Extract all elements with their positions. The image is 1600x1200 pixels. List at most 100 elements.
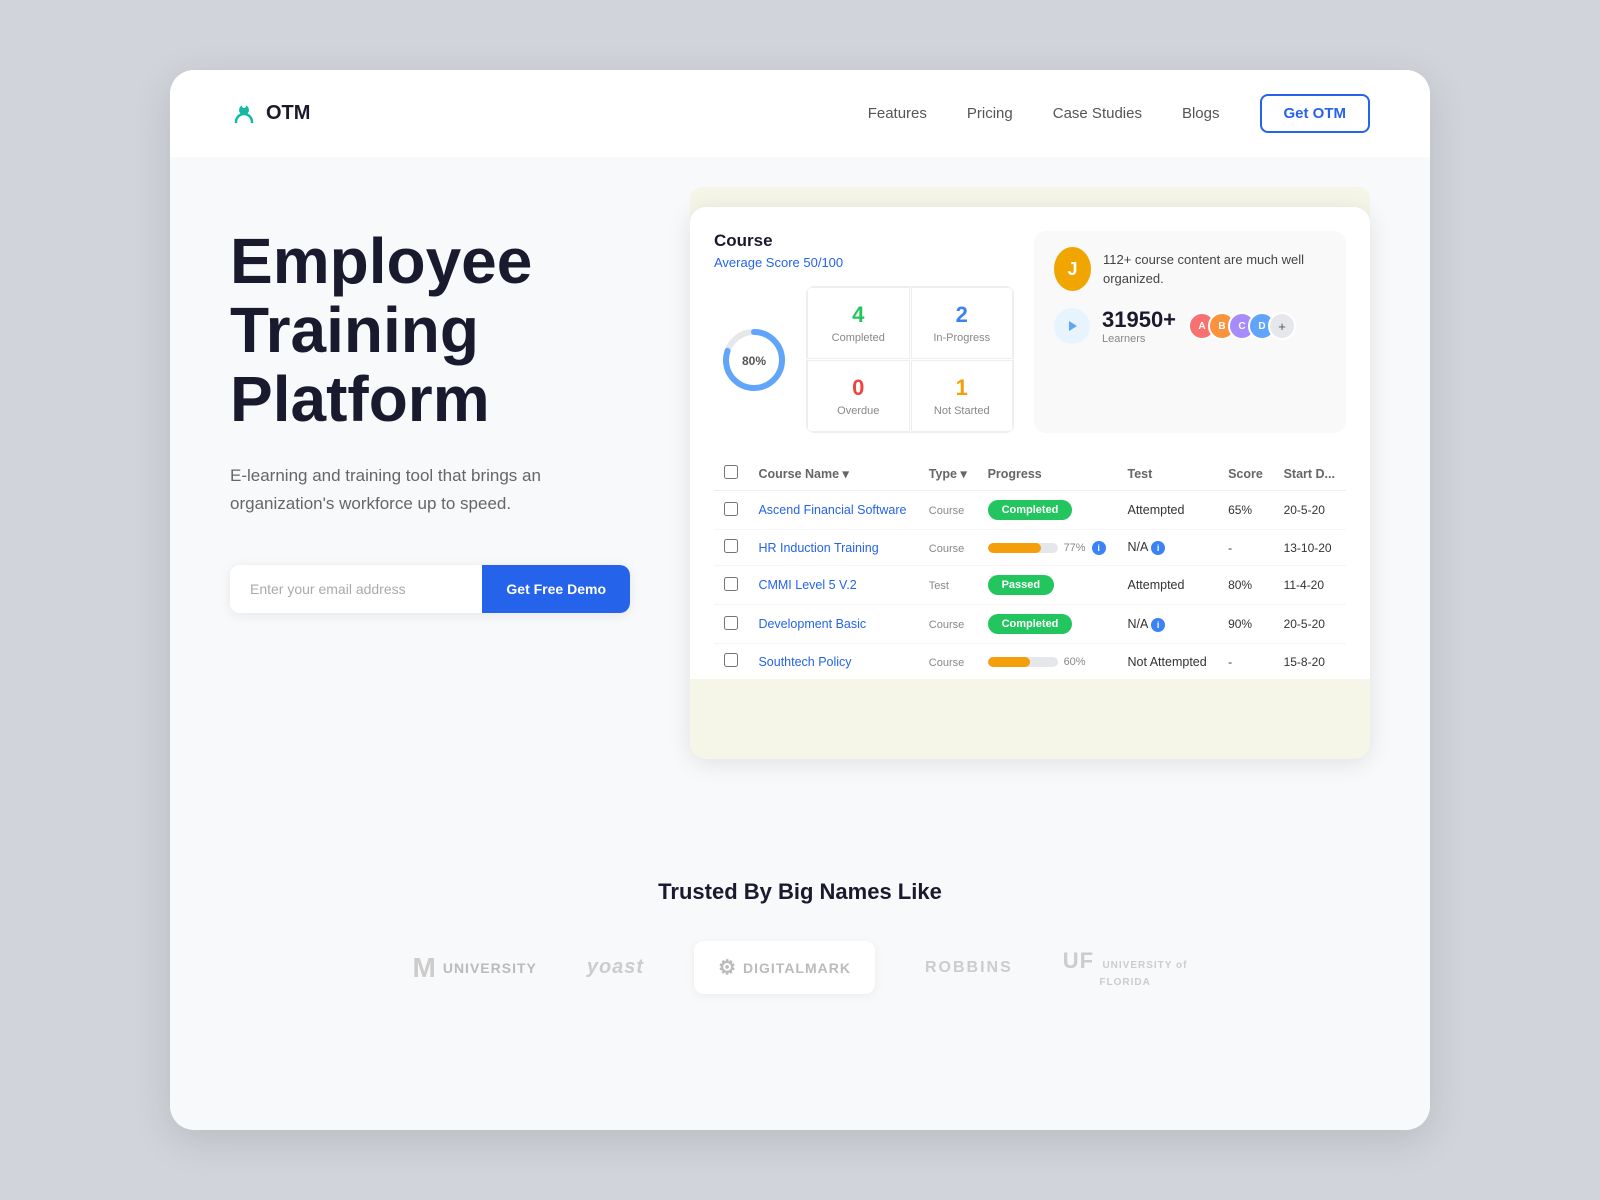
score-cell: 65% [1218,491,1274,530]
date-cell: 20-5-20 [1274,491,1346,530]
demo-button[interactable]: Get Free Demo [482,565,630,613]
testimonial-text: 112+ course content are much well organi… [1103,250,1326,289]
score-cell: - [1218,530,1274,566]
dashboard-card: Course Average Score 50/100 80% [690,207,1370,759]
date-cell: 11-4-20 [1274,566,1346,605]
nav-pricing[interactable]: Pricing [967,105,1013,122]
course-stat-title: Course [714,231,1014,251]
progress-badge: Completed [988,614,1073,634]
course-table-section: Course Name ▾ Type ▾ Progress Test Score… [714,457,1346,679]
course-link[interactable]: HR Induction Training [758,541,878,555]
logo-university: M UNIVERSITY [413,952,537,984]
hero-left: Employee Training Platform E-learning an… [230,197,650,613]
stat-in-progress: 2 In-Progress [911,287,1014,359]
stat-boxes: 4 Completed 2 In-Progress 0 Overdue [806,286,1014,433]
avg-score: Average Score 50/100 [714,255,1014,270]
score-cell: 80% [1218,566,1274,605]
main-card: OTM Features Pricing Case Studies Blogs … [170,70,1430,1130]
row-checkbox[interactable] [724,616,738,630]
course-link[interactable]: Development Basic [758,617,866,631]
select-all-checkbox[interactable] [724,465,738,479]
logo-yoast: yoast [587,956,644,979]
play-icon [1054,308,1090,344]
col-progress: Progress [978,457,1118,491]
stat-not-started: 1 Not Started [911,360,1014,432]
test-cell: Not Attempted [1117,644,1218,680]
yoast-text: yoast [587,956,644,979]
digitalmark-text: DIGITALMARK [743,960,851,976]
hero-section: Employee Training Platform E-learning an… [170,157,1430,819]
progress-circle: 80% [714,286,794,433]
course-link[interactable]: CMMI Level 5 V.2 [758,578,856,592]
logo[interactable]: OTM [230,100,310,128]
progress-bar-fill [988,657,1030,667]
robbins-text: ROBBINS [925,959,1013,977]
gear-icon: ⚙ [718,955,737,980]
email-form: Get Free Demo [230,565,630,613]
progress-bar-bg [988,657,1058,667]
course-stats: Course Average Score 50/100 80% [714,231,1014,433]
hero-subtitle: E-learning and training tool that brings… [230,462,570,516]
na-info-dot: i [1151,541,1165,555]
info-dot: i [1092,541,1106,555]
test-cell: N/A i [1117,605,1218,644]
table-row: Development Basic Course Completed N/A i… [714,605,1346,644]
table-row: Ascend Financial Software Course Complet… [714,491,1346,530]
logo-uf: UF UNIVERSITY ofFLORIDA [1063,948,1188,988]
progress-badge: Completed [988,500,1073,520]
dashboard-top: Course Average Score 50/100 80% [714,231,1346,433]
progress-bar: 60% [988,656,1108,668]
table-row: CMMI Level 5 V.2 Test Passed Attempted 8… [714,566,1346,605]
progress-badge: Passed [988,575,1055,595]
learners-row: 31950+ Learners A B C D + [1054,307,1326,345]
row-checkbox[interactable] [724,653,738,667]
row-type: Course [929,619,964,631]
get-otm-button[interactable]: Get OTM [1260,94,1371,133]
progress-bar-fill [988,543,1042,553]
email-input[interactable] [230,565,482,613]
trusted-title: Trusted By Big Names Like [230,879,1370,905]
learner-count-block: 31950+ Learners [1102,307,1176,345]
progress-bar: 77% i [988,541,1108,555]
stat-box-grid: 80% 4 Completed 2 [714,286,1014,433]
m-letter-icon: M [413,952,437,984]
table-row: Southtech Policy Course 60% [714,644,1346,680]
score-cell: - [1218,644,1274,680]
logos-row: M UNIVERSITY yoast ⚙ DIGITALMARK ROBBINS… [230,941,1370,994]
row-checkbox[interactable] [724,577,738,591]
nav-blogs[interactable]: Blogs [1182,105,1220,122]
row-type: Test [929,580,949,592]
row-checkbox[interactable] [724,539,738,553]
nav-features[interactable]: Features [868,105,927,122]
test-cell: N/A i [1117,530,1218,566]
col-test: Test [1117,457,1218,491]
navbar: OTM Features Pricing Case Studies Blogs … [170,70,1430,157]
logo-digitalmark: ⚙ DIGITALMARK [694,941,875,994]
table-row: HR Induction Training Course 77% i [714,530,1346,566]
hero-title: Employee Training Platform [230,227,650,434]
course-link[interactable]: Southtech Policy [758,655,851,669]
date-cell: 20-5-20 [1274,605,1346,644]
col-course-name: Course Name ▾ [748,457,918,491]
row-type: Course [929,543,964,555]
testimonial-box: J 112+ course content are much well orga… [1034,231,1346,433]
row-checkbox[interactable] [724,502,738,516]
course-link[interactable]: Ascend Financial Software [758,503,906,517]
nav-case-studies[interactable]: Case Studies [1053,105,1142,122]
hero-right: Course Average Score 50/100 80% [690,187,1370,759]
svg-text:80%: 80% [742,354,766,368]
avatar: J [1054,247,1091,291]
nav-links: Features Pricing Case Studies Blogs Get … [868,94,1370,133]
test-cell: Attempted [1117,491,1218,530]
course-table: Course Name ▾ Type ▾ Progress Test Score… [714,457,1346,679]
uf-text: UF UNIVERSITY ofFLORIDA [1063,948,1188,988]
logo-icon [230,100,258,128]
avatar-stack: A B C D + [1196,312,1296,340]
university-text: UNIVERSITY [443,960,537,976]
progress-bar-bg [988,543,1058,553]
stat-overdue: 0 Overdue [807,360,910,432]
na-info-dot: i [1151,618,1165,632]
logo-robbins: ROBBINS [925,959,1013,977]
bg-accent-bottom [690,679,1370,759]
row-type: Course [929,657,964,669]
